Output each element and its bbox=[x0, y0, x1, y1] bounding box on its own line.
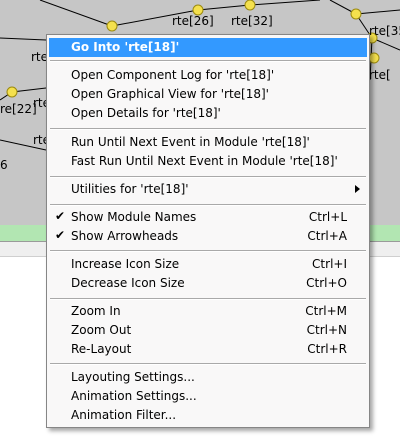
context-menu: Go Into 'rte[18]' Open Component Log for… bbox=[46, 34, 370, 428]
menu-item-shortcut: Ctrl+M bbox=[305, 304, 347, 318]
menu-item-shortcut: Ctrl+N bbox=[306, 323, 347, 337]
menu-item-zoom-in[interactable]: Zoom In Ctrl+M bbox=[49, 302, 367, 321]
menu-item-label: Open Component Log for 'rte[18]' bbox=[71, 68, 275, 82]
menu-item-label: Animation Settings... bbox=[71, 389, 197, 403]
node-icon bbox=[350, 8, 362, 20]
menu-item-label: Show Arrowheads bbox=[71, 229, 179, 243]
menu-item-open-details[interactable]: Open Details for 'rte[18]' bbox=[49, 104, 367, 123]
menu-item-label: Zoom Out bbox=[71, 323, 132, 337]
menu-item-show-module-names[interactable]: ✔ Show Module Names Ctrl+L bbox=[49, 208, 367, 227]
node-icon bbox=[106, 20, 118, 32]
menu-item-decrease-icon-size[interactable]: Decrease Icon Size Ctrl+O bbox=[49, 274, 367, 293]
menu-item-utilities[interactable]: Utilities for 'rte[18]' bbox=[49, 180, 367, 199]
menu-separator bbox=[50, 176, 366, 178]
menu-item-increase-icon-size[interactable]: Increase Icon Size Ctrl+I bbox=[49, 255, 367, 274]
menu-item-animation-filter[interactable]: Animation Filter... bbox=[49, 406, 367, 425]
menu-separator bbox=[50, 250, 366, 252]
menu-item-label: Utilities for 'rte[18]' bbox=[71, 182, 189, 196]
node-label-rte-32: rte[32] bbox=[231, 14, 273, 28]
menu-separator bbox=[50, 298, 366, 300]
menu-item-shortcut: Ctrl+A bbox=[307, 229, 347, 243]
menu-item-label: Open Graphical View for 'rte[18]' bbox=[71, 87, 269, 101]
menu-item-shortcut: Ctrl+I bbox=[312, 257, 347, 271]
node-icon bbox=[368, 52, 380, 64]
menu-separator bbox=[50, 60, 366, 62]
menu-item-zoom-out[interactable]: Zoom Out Ctrl+N bbox=[49, 321, 367, 340]
menu-item-run-until-next-event[interactable]: Run Until Next Event in Module 'rte[18]' bbox=[49, 133, 367, 152]
menu-item-label: Show Module Names bbox=[71, 210, 197, 224]
menu-item-label: Decrease Icon Size bbox=[71, 276, 185, 290]
checkmark-icon: ✔ bbox=[55, 209, 66, 223]
menu-item-label: Zoom In bbox=[71, 304, 121, 318]
menu-item-shortcut: Ctrl+L bbox=[308, 210, 347, 224]
menu-item-label: Layouting Settings... bbox=[71, 370, 195, 384]
node-label-rte-partial: rte[ bbox=[369, 68, 391, 82]
menu-item-label: Animation Filter... bbox=[71, 408, 177, 422]
menu-item-show-arrowheads[interactable]: ✔ Show Arrowheads Ctrl+A bbox=[49, 227, 367, 246]
menu-item-label: Increase Icon Size bbox=[71, 257, 180, 271]
node-label-rte-35: rte[35] bbox=[369, 24, 400, 38]
menu-item-layouting-settings[interactable]: Layouting Settings... bbox=[49, 368, 367, 387]
menu-item-label: Re-Layout bbox=[71, 342, 132, 356]
menu-item-shortcut: Ctrl+R bbox=[307, 342, 347, 356]
node-icon bbox=[6, 86, 18, 98]
menu-item-re-layout[interactable]: Re-Layout Ctrl+R bbox=[49, 340, 367, 359]
menu-item-shortcut: Ctrl+O bbox=[306, 276, 347, 290]
node-icon bbox=[244, 0, 256, 11]
submenu-arrow-icon bbox=[355, 185, 360, 193]
checkmark-icon: ✔ bbox=[55, 228, 66, 242]
menu-item-animation-settings[interactable]: Animation Settings... bbox=[49, 387, 367, 406]
menu-item-label: Run Until Next Event in Module 'rte[18]' bbox=[71, 135, 310, 149]
menu-separator bbox=[50, 363, 366, 365]
menu-item-label: Fast Run Until Next Event in Module 'rte… bbox=[71, 154, 338, 168]
node-label-rte-26: rte[26] bbox=[172, 14, 214, 28]
menu-item-open-component-log[interactable]: Open Component Log for 'rte[18]' bbox=[49, 66, 367, 85]
menu-item-go-into[interactable]: Go Into 'rte[18]' bbox=[49, 38, 367, 57]
menu-item-label: Go Into 'rte[18]' bbox=[71, 40, 180, 54]
menu-item-open-graphical-view[interactable]: Open Graphical View for 'rte[18]' bbox=[49, 85, 367, 104]
node-label-6: 6 bbox=[0, 158, 8, 172]
menu-separator bbox=[50, 204, 366, 206]
menu-item-fast-run-until-next-event[interactable]: Fast Run Until Next Event in Module 'rte… bbox=[49, 152, 367, 171]
menu-separator bbox=[50, 128, 366, 130]
node-label-rte-22: re[22] bbox=[0, 102, 37, 116]
menu-item-label: Open Details for 'rte[18]' bbox=[71, 106, 221, 120]
